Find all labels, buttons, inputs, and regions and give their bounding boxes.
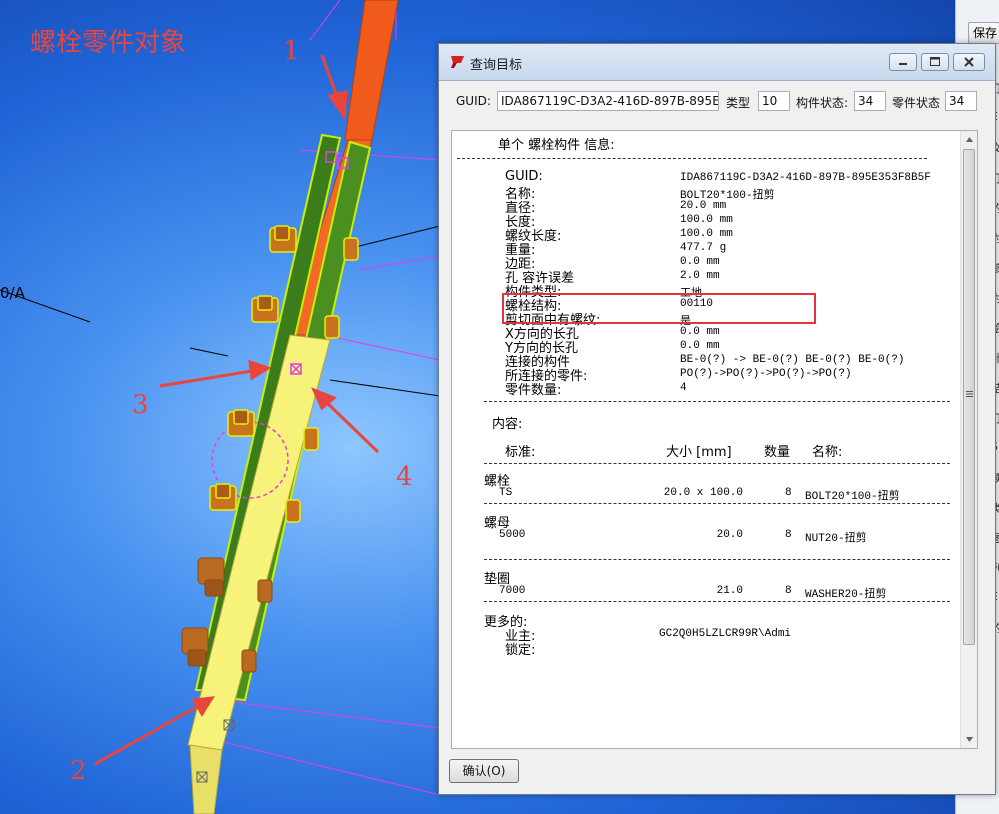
guid-field[interactable]: IDA867119C-D3A2-416D-897B-895E353F8B5F bbox=[497, 91, 719, 111]
group-standard: 7000 bbox=[499, 585, 526, 597]
marker-4: 4 bbox=[396, 462, 413, 492]
lock-label: 锁定: bbox=[505, 643, 536, 658]
splice-plate-left bbox=[194, 133, 342, 691]
group-qty: 8 bbox=[785, 585, 792, 597]
part-status-field[interactable]: 34 bbox=[945, 91, 977, 111]
axis-lines bbox=[0, 225, 441, 397]
grid-axis-label: 0/A bbox=[0, 284, 25, 302]
detail-value: IDA867119C-D3A2-416D-897B-895E353F8B5F bbox=[680, 172, 931, 184]
detail-value: 2.0 mm bbox=[680, 270, 720, 282]
content-label: 内容: bbox=[492, 417, 523, 432]
col-standard: 标准: bbox=[505, 445, 536, 460]
separator bbox=[457, 158, 927, 159]
group-standard: 5000 bbox=[499, 529, 526, 541]
maximize-icon bbox=[930, 57, 940, 66]
owner-value: GC2Q0H5LZLCR99R\Admi bbox=[659, 628, 792, 640]
annotation-title: 螺栓零件对象 bbox=[30, 28, 187, 58]
report-heading: 单个 螺栓构件 信息: bbox=[498, 138, 615, 153]
scroll-up-icon[interactable] bbox=[961, 131, 978, 148]
type-label: 类型 bbox=[726, 96, 751, 110]
maximize-button[interactable] bbox=[921, 53, 949, 71]
group-size: 20.0 x 100.0 bbox=[663, 487, 743, 499]
annotation-highlight-box bbox=[502, 293, 816, 324]
save-button[interactable]: 保存 bbox=[968, 22, 999, 44]
detail-value: 0.0 mm bbox=[680, 326, 720, 338]
group-part-name: BOLT20*100-扭剪 bbox=[805, 491, 900, 503]
yellow-member bbox=[187, 334, 331, 751]
separator bbox=[484, 601, 950, 602]
scroll-down-icon[interactable] bbox=[961, 731, 978, 748]
group-size: 20.0 bbox=[716, 529, 743, 541]
minimize-icon bbox=[899, 63, 907, 65]
separator bbox=[484, 401, 950, 402]
detail-value: 4 bbox=[680, 382, 687, 394]
group-standard: TS bbox=[499, 487, 513, 499]
group-qty: 8 bbox=[785, 529, 792, 541]
orange-member bbox=[344, 0, 399, 141]
detail-label: 零件数量: bbox=[505, 383, 562, 398]
group-qty: 8 bbox=[785, 487, 792, 499]
col-qty: 数量 bbox=[764, 445, 791, 460]
group-part-name: WASHER20-扭剪 bbox=[805, 589, 887, 601]
report-content: 单个 螺栓构件 信息: GUID: IDA867119C-D3A2-416D-89… bbox=[452, 131, 960, 748]
minimize-button[interactable] bbox=[889, 53, 917, 71]
marker-1: 1 bbox=[283, 36, 300, 66]
separator bbox=[484, 503, 950, 504]
detail-value: 0.0 mm bbox=[680, 256, 720, 268]
report-textbox[interactable]: 单个 螺栓构件 信息: GUID: IDA867119C-D3A2-416D-89… bbox=[451, 130, 978, 749]
col-name: 名称: bbox=[812, 445, 843, 460]
scroll-thumb[interactable] bbox=[963, 149, 975, 645]
report-scrollbar[interactable] bbox=[960, 131, 978, 748]
app-icon bbox=[451, 56, 464, 68]
detail-value: 477.7 g bbox=[680, 242, 727, 254]
separator bbox=[484, 463, 950, 464]
member-status-label: 构件状态: bbox=[796, 96, 849, 110]
grip-icon bbox=[966, 391, 973, 397]
close-icon bbox=[964, 57, 974, 67]
guid-label: GUID: bbox=[456, 94, 491, 108]
detail-value: 0.0 mm bbox=[680, 340, 720, 352]
detail-value: 100.0 mm bbox=[680, 214, 733, 226]
confirm-button[interactable]: 确认(O) bbox=[449, 759, 519, 783]
dialog-titlebar[interactable]: 查询目标 bbox=[439, 44, 995, 81]
separator bbox=[484, 559, 950, 560]
query-target-dialog: 查询目标 GUID: IDA867119C-D3A2-416D-897B-895… bbox=[438, 43, 996, 795]
marker-3: 3 bbox=[132, 390, 149, 420]
part-status-label: 零件状态 bbox=[892, 96, 941, 110]
detail-label: GUID: bbox=[505, 169, 543, 184]
detail-value: BE-0(?) -> BE-0(?) BE-0(?) BE-0(?) bbox=[680, 354, 905, 366]
group-part-name: NUT20-扭剪 bbox=[805, 533, 867, 545]
detail-value: 20.0 mm bbox=[680, 200, 727, 212]
type-field[interactable]: 10 bbox=[758, 91, 790, 111]
dialog-title: 查询目标 bbox=[470, 58, 523, 73]
marker-2: 2 bbox=[70, 756, 87, 786]
detail-value: 100.0 mm bbox=[680, 228, 733, 240]
col-size: 大小 [mm] bbox=[666, 445, 732, 460]
close-button[interactable] bbox=[953, 53, 985, 71]
detail-value: PO(?)->PO(?)->PO(?)->PO(?) bbox=[680, 368, 852, 380]
member-status-field[interactable]: 34 bbox=[854, 91, 886, 111]
target-info-row: GUID: IDA867119C-D3A2-416D-897B-895E353F… bbox=[451, 91, 981, 113]
group-size: 21.0 bbox=[716, 585, 743, 597]
